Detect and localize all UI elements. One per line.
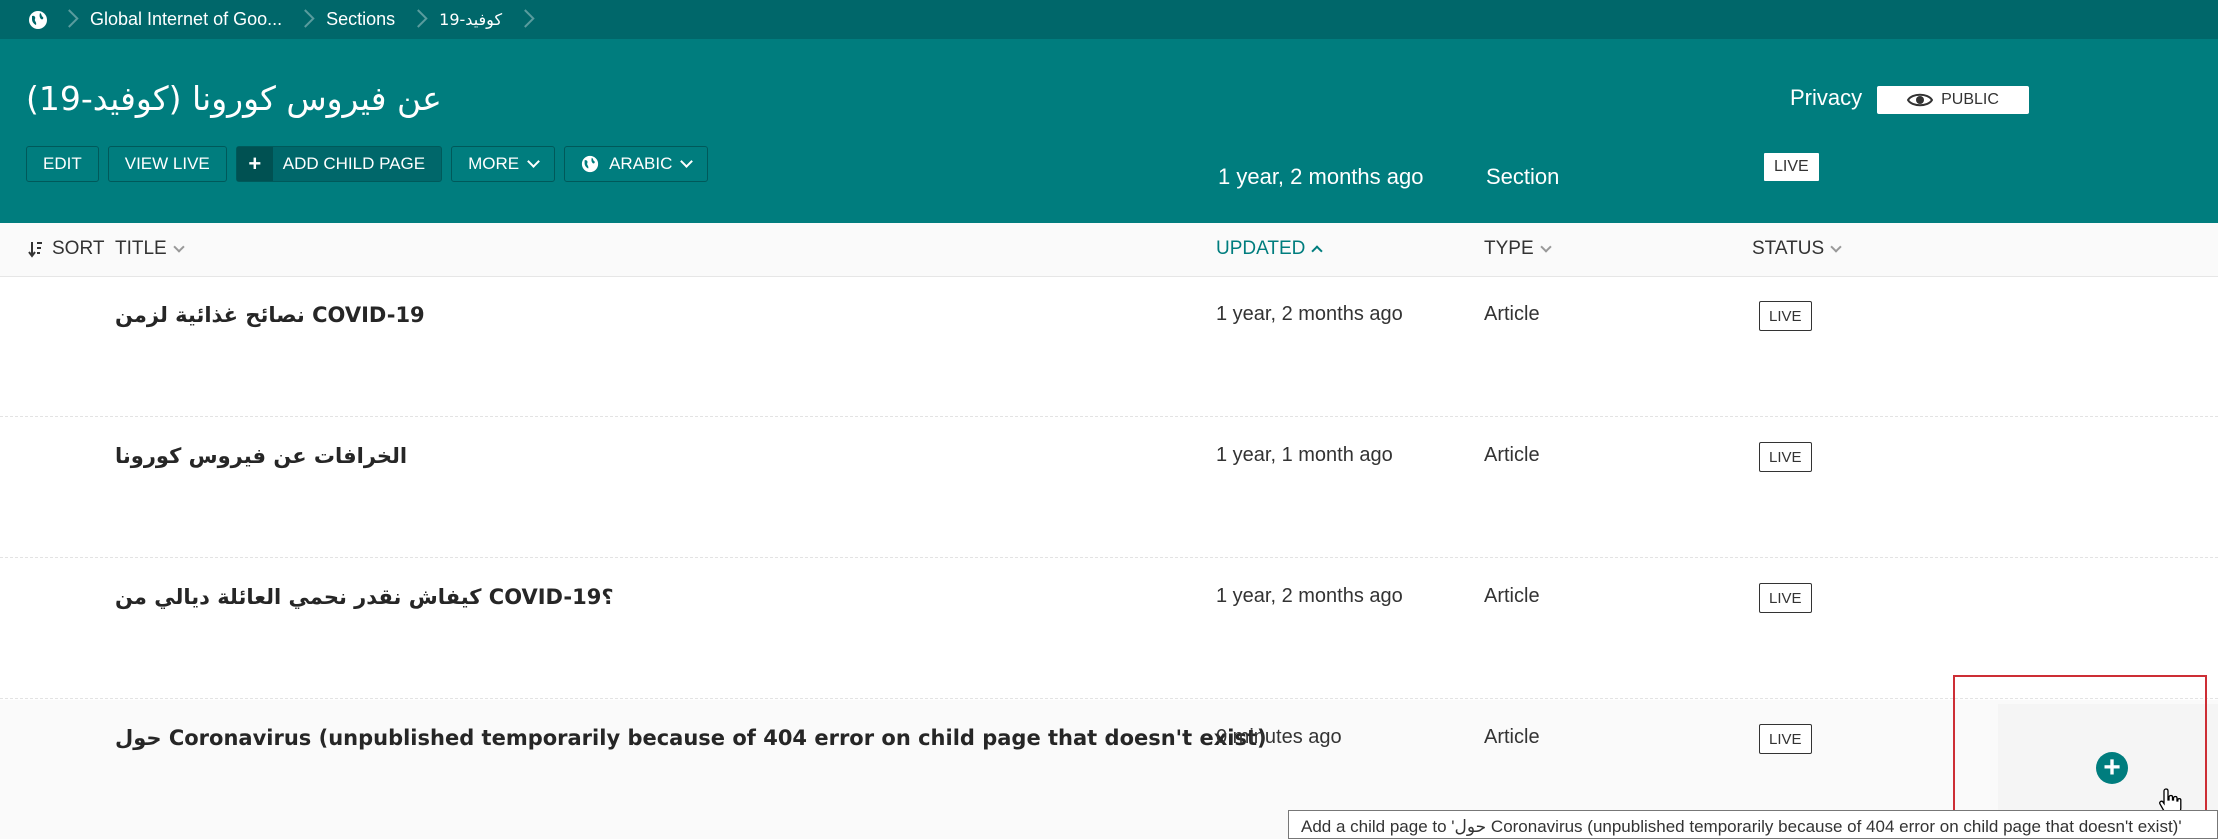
more-label: MORE <box>468 154 520 173</box>
status-badge: LIVE <box>1759 442 1812 472</box>
add-child-page-label: ADD CHILD PAGE <box>282 154 426 173</box>
eye-icon <box>1907 93 1934 107</box>
chevron-down-icon <box>1539 241 1552 253</box>
breadcrumb-item[interactable]: كوفيد-19 <box>439 0 546 39</box>
sort-button[interactable]: SORT <box>28 238 104 260</box>
column-title-label: TITLE <box>115 238 167 259</box>
plus-icon: + <box>236 147 273 181</box>
status-badge: LIVE <box>1759 724 1812 754</box>
column-updated[interactable]: UPDATED <box>1216 238 1324 260</box>
column-status[interactable]: STATUS <box>1752 238 1842 260</box>
row-updated: 0 minutes ago <box>1216 726 1342 748</box>
sort-icon <box>28 242 42 258</box>
privacy-status: PUBLIC <box>1941 91 1999 108</box>
privacy-label: Privacy <box>1790 85 1863 110</box>
add-child-page-button[interactable]: + ADD CHILD PAGE <box>235 146 443 182</box>
sort-label: SORT <box>52 238 105 259</box>
table-row[interactable]: كيفاش نقدر نحمي العائلة ديالي من COVID-1… <box>0 559 2218 699</box>
row-type: Article <box>1484 444 1540 466</box>
page-title: عن فيروس كورونا (كوفيد-19) <box>26 79 442 118</box>
row-title-link[interactable]: كيفاش نقدر نحمي العائلة ديالي من COVID-1… <box>115 585 614 609</box>
status-badge: LIVE <box>1763 152 1820 182</box>
globe-icon <box>29 10 47 29</box>
status-badge: LIVE <box>1759 301 1812 331</box>
privacy-button[interactable]: PUBLIC <box>1876 85 2030 115</box>
chevron-right-icon <box>409 9 428 28</box>
breadcrumb-item[interactable]: Sections <box>326 0 439 39</box>
breadcrumb-label: Sections <box>326 9 396 29</box>
row-title-link[interactable]: الخرافات عن فيروس كورونا <box>115 444 407 468</box>
chevron-right-icon <box>60 9 79 28</box>
globe-icon <box>581 155 599 173</box>
breadcrumb-item[interactable]: Global Internet of Goo... <box>90 0 326 39</box>
row-type: Article <box>1484 303 1540 325</box>
more-dropdown[interactable]: MORE <box>451 146 556 182</box>
page-header: عن فيروس كورونا (كوفيد-19) Privacy PUBLI… <box>0 39 2218 223</box>
language-label: ARABIC <box>609 154 673 173</box>
row-updated: 1 year, 1 month ago <box>1216 444 1393 466</box>
page-actions: EDIT VIEW LIVE + ADD CHILD PAGE MORE ARA… <box>26 146 709 182</box>
header-type: Section <box>1486 164 1560 189</box>
status-badge: LIVE <box>1759 583 1812 613</box>
row-updated: 1 year, 2 months ago <box>1216 303 1403 325</box>
breadcrumb: Global Internet of Goo... Sections كوفيد… <box>0 0 2218 39</box>
row-type: Article <box>1484 585 1540 607</box>
column-updated-label: UPDATED <box>1216 238 1306 259</box>
header-updated: 1 year, 2 months ago <box>1218 164 1424 189</box>
chevron-right-icon <box>516 9 535 28</box>
edit-button[interactable]: EDIT <box>26 146 99 182</box>
row-type: Article <box>1484 726 1540 748</box>
chevron-up-icon <box>1311 245 1324 257</box>
breadcrumb-label: Global Internet of Goo... <box>90 9 283 29</box>
column-type[interactable]: TYPE <box>1484 238 1552 260</box>
column-status-label: STATUS <box>1752 238 1825 259</box>
language-dropdown[interactable]: ARABIC <box>564 146 709 182</box>
column-title[interactable]: TITLE <box>115 238 185 260</box>
chevron-down-icon <box>527 155 540 168</box>
breadcrumb-label: كوفيد-19 <box>439 10 503 29</box>
column-type-label: TYPE <box>1484 238 1534 259</box>
chevron-right-icon <box>296 9 315 28</box>
listing-header: SORT TITLE UPDATED TYPE STATUS <box>0 223 2218 277</box>
breadcrumb-home[interactable] <box>0 0 90 39</box>
tooltip: Add a child page to 'حول Coronavirus (un… <box>1288 810 2218 839</box>
chevron-down-icon <box>173 241 185 253</box>
row-title-link[interactable]: نصائح غذائية لزمن COVID-19 <box>115 303 425 327</box>
table-row[interactable]: الخرافات عن فيروس كورونا 1 year, 1 month… <box>0 418 2218 558</box>
row-updated: 1 year, 2 months ago <box>1216 585 1403 607</box>
view-live-button[interactable]: VIEW LIVE <box>107 146 227 182</box>
table-row[interactable]: نصائح غذائية لزمن COVID-19 1 year, 2 mon… <box>0 277 2218 417</box>
chevron-down-icon <box>680 155 694 168</box>
chevron-down-icon <box>1830 241 1842 253</box>
row-title-link[interactable]: حول Coronavirus (unpublished temporarily… <box>115 726 1267 750</box>
